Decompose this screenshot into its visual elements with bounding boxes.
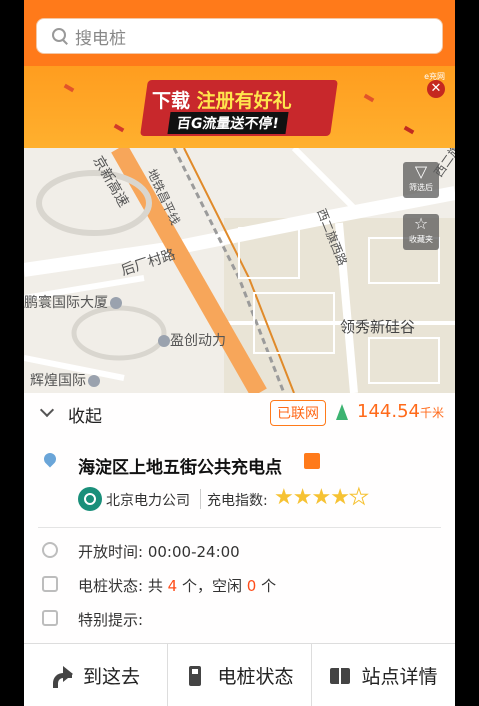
tip-row: 特别提示:	[24, 607, 455, 633]
connected-badge: 已联网	[270, 400, 326, 426]
filter-icon: ▽	[414, 162, 428, 181]
hours-row: 开放时间: 00:00-24:00	[24, 539, 455, 565]
go-here-button[interactable]: 到这去	[24, 644, 167, 706]
distance-readout: 144.54千米	[357, 401, 444, 422]
star-filled-icon: ★	[274, 485, 294, 510]
map-poi-label: 盈创动力	[170, 333, 226, 349]
confetti-decoration	[363, 93, 375, 103]
ad-banner[interactable]: 下载 注册有好礼 百G流量送不停! e充网 ✕	[24, 66, 455, 148]
confetti-decoration	[113, 123, 125, 133]
confetti-decoration	[63, 83, 75, 93]
map-poi[interactable]: 鹏寰国际大厦	[24, 292, 122, 312]
hours-text: 开放时间: 00:00-24:00	[78, 541, 240, 562]
hours-label: 开放时间:	[78, 543, 144, 561]
pile-status-tab-label: 电桩状态	[217, 666, 294, 688]
route-arrow-icon	[51, 665, 73, 688]
banner-close-button[interactable]: ✕	[427, 80, 445, 98]
cube-icon	[304, 453, 320, 469]
star-filled-icon: ★	[330, 485, 350, 510]
star-empty-icon: ★	[348, 485, 369, 511]
book-icon	[329, 665, 351, 687]
divider	[38, 527, 441, 528]
pile-status-suffix: 个	[261, 577, 277, 595]
pile-status-prefix: 共	[147, 577, 163, 595]
station-name-row: 海淀区上地五街公共充电点	[24, 449, 455, 478]
favorites-label: 收藏夹	[409, 235, 433, 244]
app-screen: 搜电桩 下载 注册有好礼 百G流量送不停! e充网 ✕ 京新高速 地铁昌平线 后…	[24, 0, 455, 706]
distance-value: 144.54	[357, 401, 420, 422]
distance-unit: 千米	[419, 406, 444, 420]
go-here-label: 到这去	[82, 666, 140, 688]
star-filled-icon: ★	[311, 485, 331, 510]
search-icon	[51, 27, 69, 45]
banner-headline: 下载 注册有好礼	[152, 86, 292, 113]
chevron-down-icon[interactable]	[39, 402, 55, 418]
map-poi-label: 鹏寰国际大厦	[24, 295, 108, 311]
tip-label: 特别提示:	[78, 611, 144, 629]
map-poi[interactable]: 辉煌国际	[30, 370, 100, 390]
search-input[interactable]: 搜电桩	[36, 18, 443, 54]
station-detail-label: 站点详情	[361, 666, 438, 688]
station-detail-button[interactable]: 站点详情	[312, 644, 455, 706]
map-poi-label: 辉煌国际	[30, 373, 86, 389]
plug-icon	[42, 576, 58, 592]
star-filled-icon: ★	[292, 485, 313, 510]
map-area-label: 领秀新硅谷	[340, 318, 416, 336]
map-view[interactable]: 京新高速 地铁昌平线 后厂村路 西二旗西路 西二旗 鹏寰国际大厦 盈创动力 辉煌…	[24, 148, 455, 393]
collapse-button[interactable]: 收起	[68, 402, 102, 427]
building-icon	[88, 375, 100, 387]
bottom-action-bar: 到这去 电桩状态 站点详情	[24, 643, 455, 706]
rating-stars: ★★★★★	[274, 485, 369, 511]
station-name: 海淀区上地五街公共充电点	[78, 458, 282, 478]
map-poi[interactable]: 盈创动力	[156, 330, 226, 350]
pile-free-count: 0	[246, 577, 257, 595]
building-icon	[158, 335, 170, 347]
navigation-arrow-icon	[336, 404, 348, 420]
favorites-button[interactable]: ☆ 收藏夹	[403, 214, 439, 250]
operator-row: 北京电力公司 充电指数: ★★★★★	[24, 485, 455, 515]
confetti-decoration	[403, 125, 415, 135]
pile-status-mid: 个，空闲	[181, 577, 242, 595]
location-pin-icon	[41, 450, 59, 468]
hours-value: 00:00-24:00	[147, 543, 240, 561]
pile-status-button[interactable]: 电桩状态	[168, 644, 311, 706]
operator-name: 北京电力公司	[106, 493, 190, 509]
rating-label: 充电指数:	[207, 493, 268, 509]
banner-subline: 百G流量送不停!	[167, 112, 289, 134]
search-placeholder: 搜电桩	[75, 28, 126, 49]
divider	[200, 489, 201, 509]
edit-note-icon	[42, 610, 58, 626]
header-bar: 搜电桩	[24, 0, 455, 66]
pile-total-count: 4	[167, 577, 178, 595]
charging-pile-icon	[185, 665, 207, 687]
operator-logo-icon	[78, 487, 102, 511]
star-outline-icon: ☆	[413, 214, 429, 233]
map-roads	[24, 148, 455, 393]
clock-icon	[42, 542, 58, 558]
filter-label: 筛选后	[409, 183, 433, 192]
pile-status-label: 电桩状态:	[78, 577, 144, 595]
building-icon	[110, 297, 122, 309]
pile-status-text: 电桩状态: 共 4 个，空闲 0 个	[78, 575, 276, 596]
panel-header: 收起 已联网 144.54千米	[24, 393, 455, 433]
filter-button[interactable]: ▽ 筛选后	[403, 162, 439, 198]
banner-headline-part1: 下载	[152, 90, 191, 112]
pile-status-row: 电桩状态: 共 4 个，空闲 0 个	[24, 573, 455, 599]
station-info-panel: 收起 已联网 144.54千米 海淀区上地五街公共充电点 北京电力公司 充电指数…	[24, 393, 455, 706]
banner-headline-part2: 注册有好礼	[196, 90, 292, 112]
